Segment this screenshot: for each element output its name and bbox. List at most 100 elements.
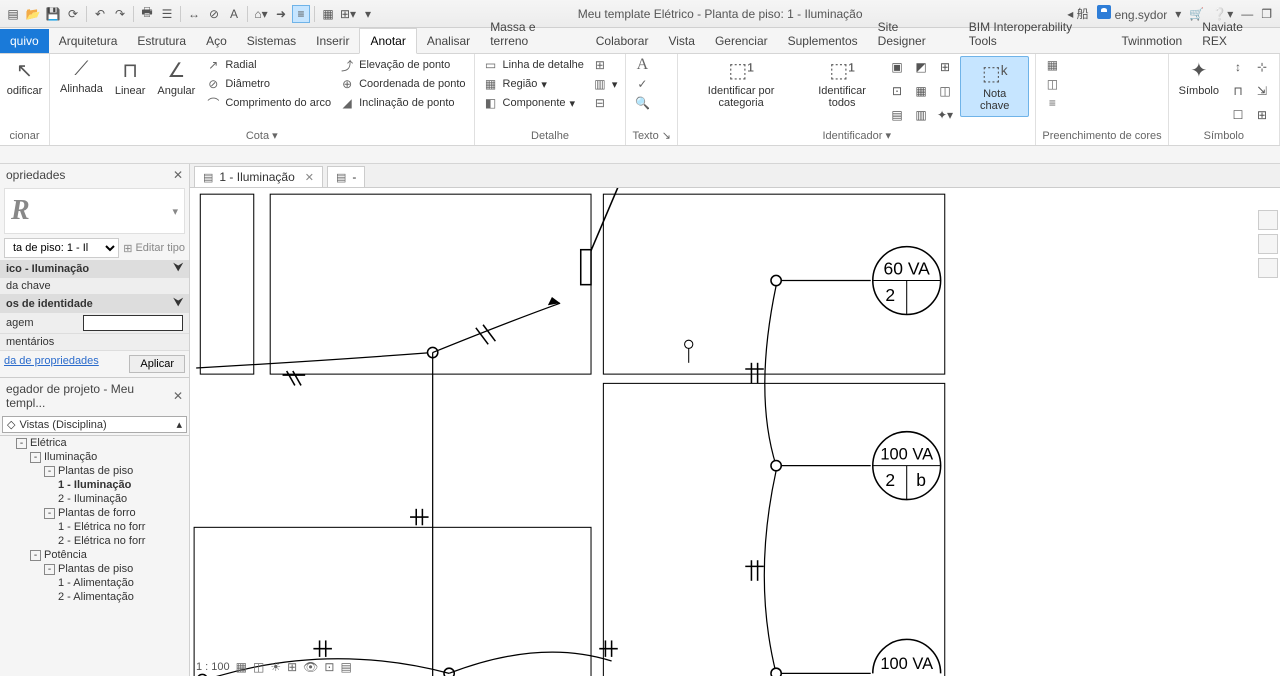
- tree-toggle-icon[interactable]: -: [30, 452, 41, 463]
- vb-2[interactable]: ◫: [253, 660, 264, 674]
- tag-tool-5[interactable]: ▦: [910, 80, 932, 102]
- sync-icon[interactable]: ⟳: [64, 5, 82, 23]
- tree-toggle-icon[interactable]: -: [44, 466, 55, 477]
- component-button[interactable]: ◧Componente ▾: [481, 94, 586, 112]
- ribbon-tab-massa-e-terreno[interactable]: Massa e terreno: [480, 15, 586, 53]
- vb-4[interactable]: ⊞: [287, 660, 297, 674]
- tag-tool-4[interactable]: ⊡: [886, 80, 908, 102]
- apply-button[interactable]: Aplicar: [129, 355, 185, 373]
- spellcheck-button[interactable]: ✓: [632, 75, 652, 93]
- tag-tool-3[interactable]: ⊞: [934, 56, 956, 78]
- detail-misc2-button[interactable]: ▥▾: [590, 75, 620, 93]
- switch-windows-icon[interactable]: ⊞▾: [339, 5, 357, 23]
- tree-toggle-icon[interactable]: -: [44, 564, 55, 575]
- ribbon-tab-twinmotion[interactable]: Twinmotion: [1112, 29, 1193, 53]
- ribbon-tab-bim-interoperability-tools[interactable]: BIM Interoperability Tools: [959, 15, 1112, 53]
- dim-arc-button[interactable]: ⌒Comprimento do arco: [203, 94, 333, 112]
- doc-tab-new[interactable]: ▤-: [327, 166, 365, 187]
- ribbon-tab-suplementos[interactable]: Suplementos: [778, 29, 868, 53]
- symbol-button[interactable]: ✦Símbolo: [1175, 56, 1223, 99]
- properties-help-link[interactable]: da de propriedades: [4, 355, 99, 373]
- tree-node[interactable]: 1 - Elétrica no forr: [2, 520, 189, 534]
- section-icon[interactable]: ➜: [272, 5, 290, 23]
- app-menu-icon[interactable]: ▤: [4, 5, 22, 23]
- dim-radial-button[interactable]: ↗Radial: [203, 56, 333, 74]
- sym-4[interactable]: ⇲: [1251, 80, 1273, 102]
- tree-node[interactable]: 2 - Alimentação: [2, 590, 189, 604]
- modify-button[interactable]: ↖ odificar: [3, 56, 46, 99]
- color-fill-1-button[interactable]: ▦: [1042, 56, 1062, 74]
- tag-all-button[interactable]: ⬚¹Identificar todos: [802, 56, 882, 111]
- thin-lines-icon[interactable]: ≡: [292, 5, 310, 23]
- scroll-up-icon[interactable]: ▴: [176, 418, 182, 431]
- qat-dropdown-icon[interactable]: ▾: [359, 5, 377, 23]
- ribbon-tab-site-designer[interactable]: Site Designer: [868, 15, 959, 53]
- tag-icon[interactable]: ⊘: [205, 5, 223, 23]
- open-icon[interactable]: 📂: [24, 5, 42, 23]
- ribbon-tab-naviate-rex[interactable]: Naviate REX: [1192, 15, 1280, 53]
- redo-icon[interactable]: ↷: [111, 5, 129, 23]
- drawing-canvas[interactable]: 60 VA 2 100 VA 2 b 100 VA: [190, 188, 1280, 676]
- ribbon-tab-estrutura[interactable]: Estrutura: [127, 29, 196, 53]
- prop-input-image[interactable]: [83, 315, 183, 331]
- browser-views-dropdown[interactable]: ◇ Vistas (Disciplina)▴: [2, 416, 187, 433]
- ribbon-tab-analisar[interactable]: Analisar: [417, 29, 480, 53]
- dim-angular-button[interactable]: ∠Angular: [153, 56, 199, 99]
- measure-icon[interactable]: ☰: [158, 5, 176, 23]
- ribbon-tab-arquitetura[interactable]: Arquitetura: [49, 29, 128, 53]
- vb-5[interactable]: 👁: [303, 660, 318, 674]
- find-button[interactable]: 🔍: [632, 94, 652, 112]
- color-fill-3-button[interactable]: ≡: [1042, 94, 1062, 112]
- detail-misc3-button[interactable]: ⊟: [590, 94, 620, 112]
- tag-tool-9[interactable]: ✦▾: [934, 104, 956, 126]
- color-fill-2-button[interactable]: ◫: [1042, 75, 1062, 93]
- tag-tool-8[interactable]: ▥: [910, 104, 932, 126]
- undo-icon[interactable]: ↶: [91, 5, 109, 23]
- tree-toggle-icon[interactable]: -: [30, 550, 41, 561]
- keynote-button[interactable]: ⬚ᵏNota chave: [960, 56, 1029, 117]
- tag-tool-6[interactable]: ◫: [934, 80, 956, 102]
- nav-1[interactable]: [1258, 210, 1278, 230]
- text-icon[interactable]: A: [225, 5, 243, 23]
- ribbon-tab-vista[interactable]: Vista: [658, 29, 704, 53]
- 3d-icon[interactable]: ⌂▾: [252, 5, 270, 23]
- save-icon[interactable]: 💾: [44, 5, 62, 23]
- edit-type-button[interactable]: ⊞ Editar tipo: [123, 242, 185, 255]
- ribbon-tab-inserir[interactable]: Inserir: [306, 29, 359, 53]
- dim-aligned-button[interactable]: ⟋Alinhada: [56, 56, 107, 97]
- vb-6[interactable]: ⊡: [324, 660, 334, 674]
- ribbon-tab-colaborar[interactable]: Colaborar: [586, 29, 659, 53]
- tag-by-category-button[interactable]: ⬚¹Identificar por categoria: [684, 56, 798, 111]
- scale-display[interactable]: 1 : 100: [196, 661, 230, 673]
- sym-6[interactable]: ⊞: [1251, 104, 1273, 126]
- tag-tool-7[interactable]: ▤: [886, 104, 908, 126]
- type-dropdown[interactable]: ta de piso: 1 - Il: [4, 238, 119, 258]
- browser-close-icon[interactable]: ✕: [173, 389, 183, 403]
- tree-node[interactable]: 2 - Elétrica no forr: [2, 534, 189, 548]
- tree-toggle-icon[interactable]: -: [44, 508, 55, 519]
- region-button[interactable]: ▦Região ▾: [481, 75, 586, 93]
- vb-3[interactable]: ☀: [270, 660, 281, 674]
- ribbon-tab-quivo[interactable]: quivo: [0, 29, 49, 53]
- dim-icon[interactable]: ↔: [185, 5, 203, 23]
- sym-1[interactable]: ↕: [1227, 56, 1249, 78]
- ribbon-tab-aço[interactable]: Aço: [196, 29, 237, 53]
- tree-toggle-icon[interactable]: -: [16, 438, 27, 449]
- vb-1[interactable]: ▦: [236, 660, 247, 674]
- text-button[interactable]: A: [632, 56, 652, 74]
- close-hidden-icon[interactable]: ▦: [319, 5, 337, 23]
- tree-node[interactable]: 1 - Alimentação: [2, 576, 189, 590]
- sym-5[interactable]: ☐: [1227, 104, 1249, 126]
- dim-diameter-button[interactable]: ⊘Diâmetro: [203, 75, 333, 93]
- user-dropdown-icon[interactable]: ▾: [1175, 7, 1181, 21]
- print-icon[interactable]: 🖶: [138, 5, 156, 23]
- tag-tool-2[interactable]: ◩: [910, 56, 932, 78]
- tree-node[interactable]: -Plantas de piso: [2, 464, 189, 478]
- sym-2[interactable]: ⊹: [1251, 56, 1273, 78]
- tree-node[interactable]: -Plantas de piso: [2, 562, 189, 576]
- ribbon-tab-sistemas[interactable]: Sistemas: [237, 29, 306, 53]
- sym-3[interactable]: ⊓: [1227, 80, 1249, 102]
- detail-line-button[interactable]: ▭Linha de detalhe: [481, 56, 586, 74]
- tree-node[interactable]: -Iluminação: [2, 450, 189, 464]
- tab-close-icon[interactable]: ✕: [305, 171, 314, 184]
